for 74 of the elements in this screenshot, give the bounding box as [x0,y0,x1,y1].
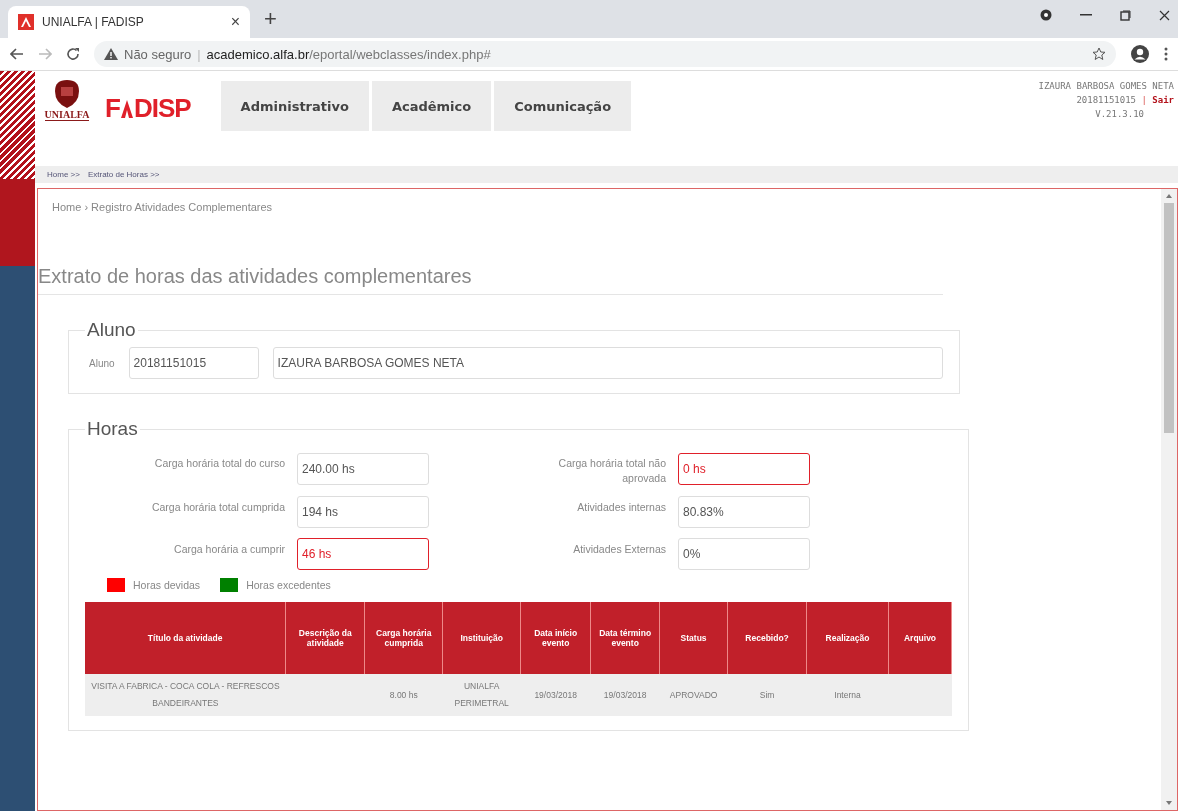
user-name: IZAURA BARBOSA GOMES NETA [1038,80,1174,93]
column-header: Realização [806,602,889,674]
security-label: Não seguro [124,46,192,62]
legend-label: Horas excedentes [246,579,331,591]
column-header: Carga horária cumprida [364,602,443,674]
star-icon[interactable] [1092,47,1106,61]
browser-tab[interactable]: UNIALFA | FADISP × [8,6,250,38]
table-cell: 8.00 hs [364,674,443,716]
section-title: Horas [86,418,139,440]
fadisp-logo: F DISP [105,93,191,124]
divider-text: | [1141,95,1147,105]
page-title: Extrato de horas das atividades complementares [38,265,472,289]
address-bar[interactable]: Não seguro | academico.alfa.br/eportal/webclasses/index.php# [94,41,1116,67]
legend-label: Horas devidas [133,579,201,591]
column-header: Arquivo [888,602,952,674]
scroll-up-icon[interactable] [1165,193,1173,199]
warning-icon [104,48,118,60]
table-cell: 19/03/2018 [520,674,591,716]
field-label: Atividades Externas [572,542,666,557]
hours-field[interactable]: 80.83% [678,496,810,528]
column-header: Descrição da atividade [285,602,365,674]
minimize-icon[interactable] [1080,14,1092,16]
column-header: Data início evento [520,602,591,674]
hours-field[interactable]: 0 hs [678,453,810,485]
divider-text: | [197,46,201,62]
breadcrumb: Home › Registro Atividades Complementares [52,201,274,213]
column-header: Data término evento [590,602,660,674]
student-name-field[interactable]: IZAURA BARBOSA GOMES NETA [272,347,943,379]
nav-menu-button[interactable]: Administrativo [220,81,369,131]
close-icon[interactable] [1159,9,1170,21]
table-cell: Interna [806,674,889,716]
account-icon[interactable] [1130,44,1150,64]
table-cell: Sim [727,674,807,716]
menu-icon[interactable] [1164,47,1168,61]
hours-field[interactable]: 194 hs [297,496,429,528]
table-cell: UNIALFA PERIMETRAL [442,674,521,716]
scrollbar[interactable] [1161,189,1177,810]
unialfa-logo: UNIALFA [39,79,95,121]
field-label: Carga horária total do curso [153,456,285,471]
scroll-thumb[interactable] [1164,203,1174,433]
nav-menu-button[interactable]: Comunicação [494,81,632,131]
new-tab-button[interactable]: + [264,6,277,32]
reload-icon[interactable] [66,47,80,61]
user-id: 20181151015 [1076,95,1137,105]
column-header: Instituição [442,602,521,674]
field-label: Aluno [89,357,115,369]
maximize-icon[interactable] [1120,9,1131,21]
scroll-down-icon[interactable] [1165,800,1173,806]
breadcrumb-link[interactable]: Home >> [47,170,80,179]
student-id-field[interactable]: 20181151015 [128,347,259,379]
url-text: academico.alfa.br/eportal/webclasses/index.php# [206,46,491,62]
section-title: Aluno [86,319,137,341]
version-text: V.21.3.10 [1094,108,1144,121]
nav-menu-button[interactable]: Acadêmico [371,81,492,131]
column-header: Recebido? [727,602,807,674]
field-label: Atividades internas [576,500,666,515]
field-label: Carga horária a cumprir [173,542,285,557]
field-label: Carga horária total não aprovada [557,456,666,486]
record-icon[interactable] [1040,9,1052,21]
hours-field[interactable]: 240.00 hs [297,453,429,485]
breadcrumb-link[interactable]: Extrato de Horas >> [87,170,160,179]
table-cell: VISITA A FABRICA - COCA COLA - REFRESCOS BANDEIRANTES [85,674,286,716]
table-cell: APROVADO [659,674,728,716]
favicon-icon [18,14,34,30]
hours-field[interactable]: 46 hs [297,538,429,570]
logout-link[interactable]: Sair [1152,95,1174,105]
tab-title: UNIALFA | FADISP [42,15,145,29]
column-header: Título da atividade [85,602,286,674]
hours-field[interactable]: 0% [678,538,810,570]
field-label: Carga horária total cumprida [150,500,285,515]
close-tab-button[interactable]: × [230,13,240,31]
table-cell: 19/03/2018 [590,674,660,716]
column-header: Status [659,602,728,674]
back-icon[interactable] [10,48,24,60]
